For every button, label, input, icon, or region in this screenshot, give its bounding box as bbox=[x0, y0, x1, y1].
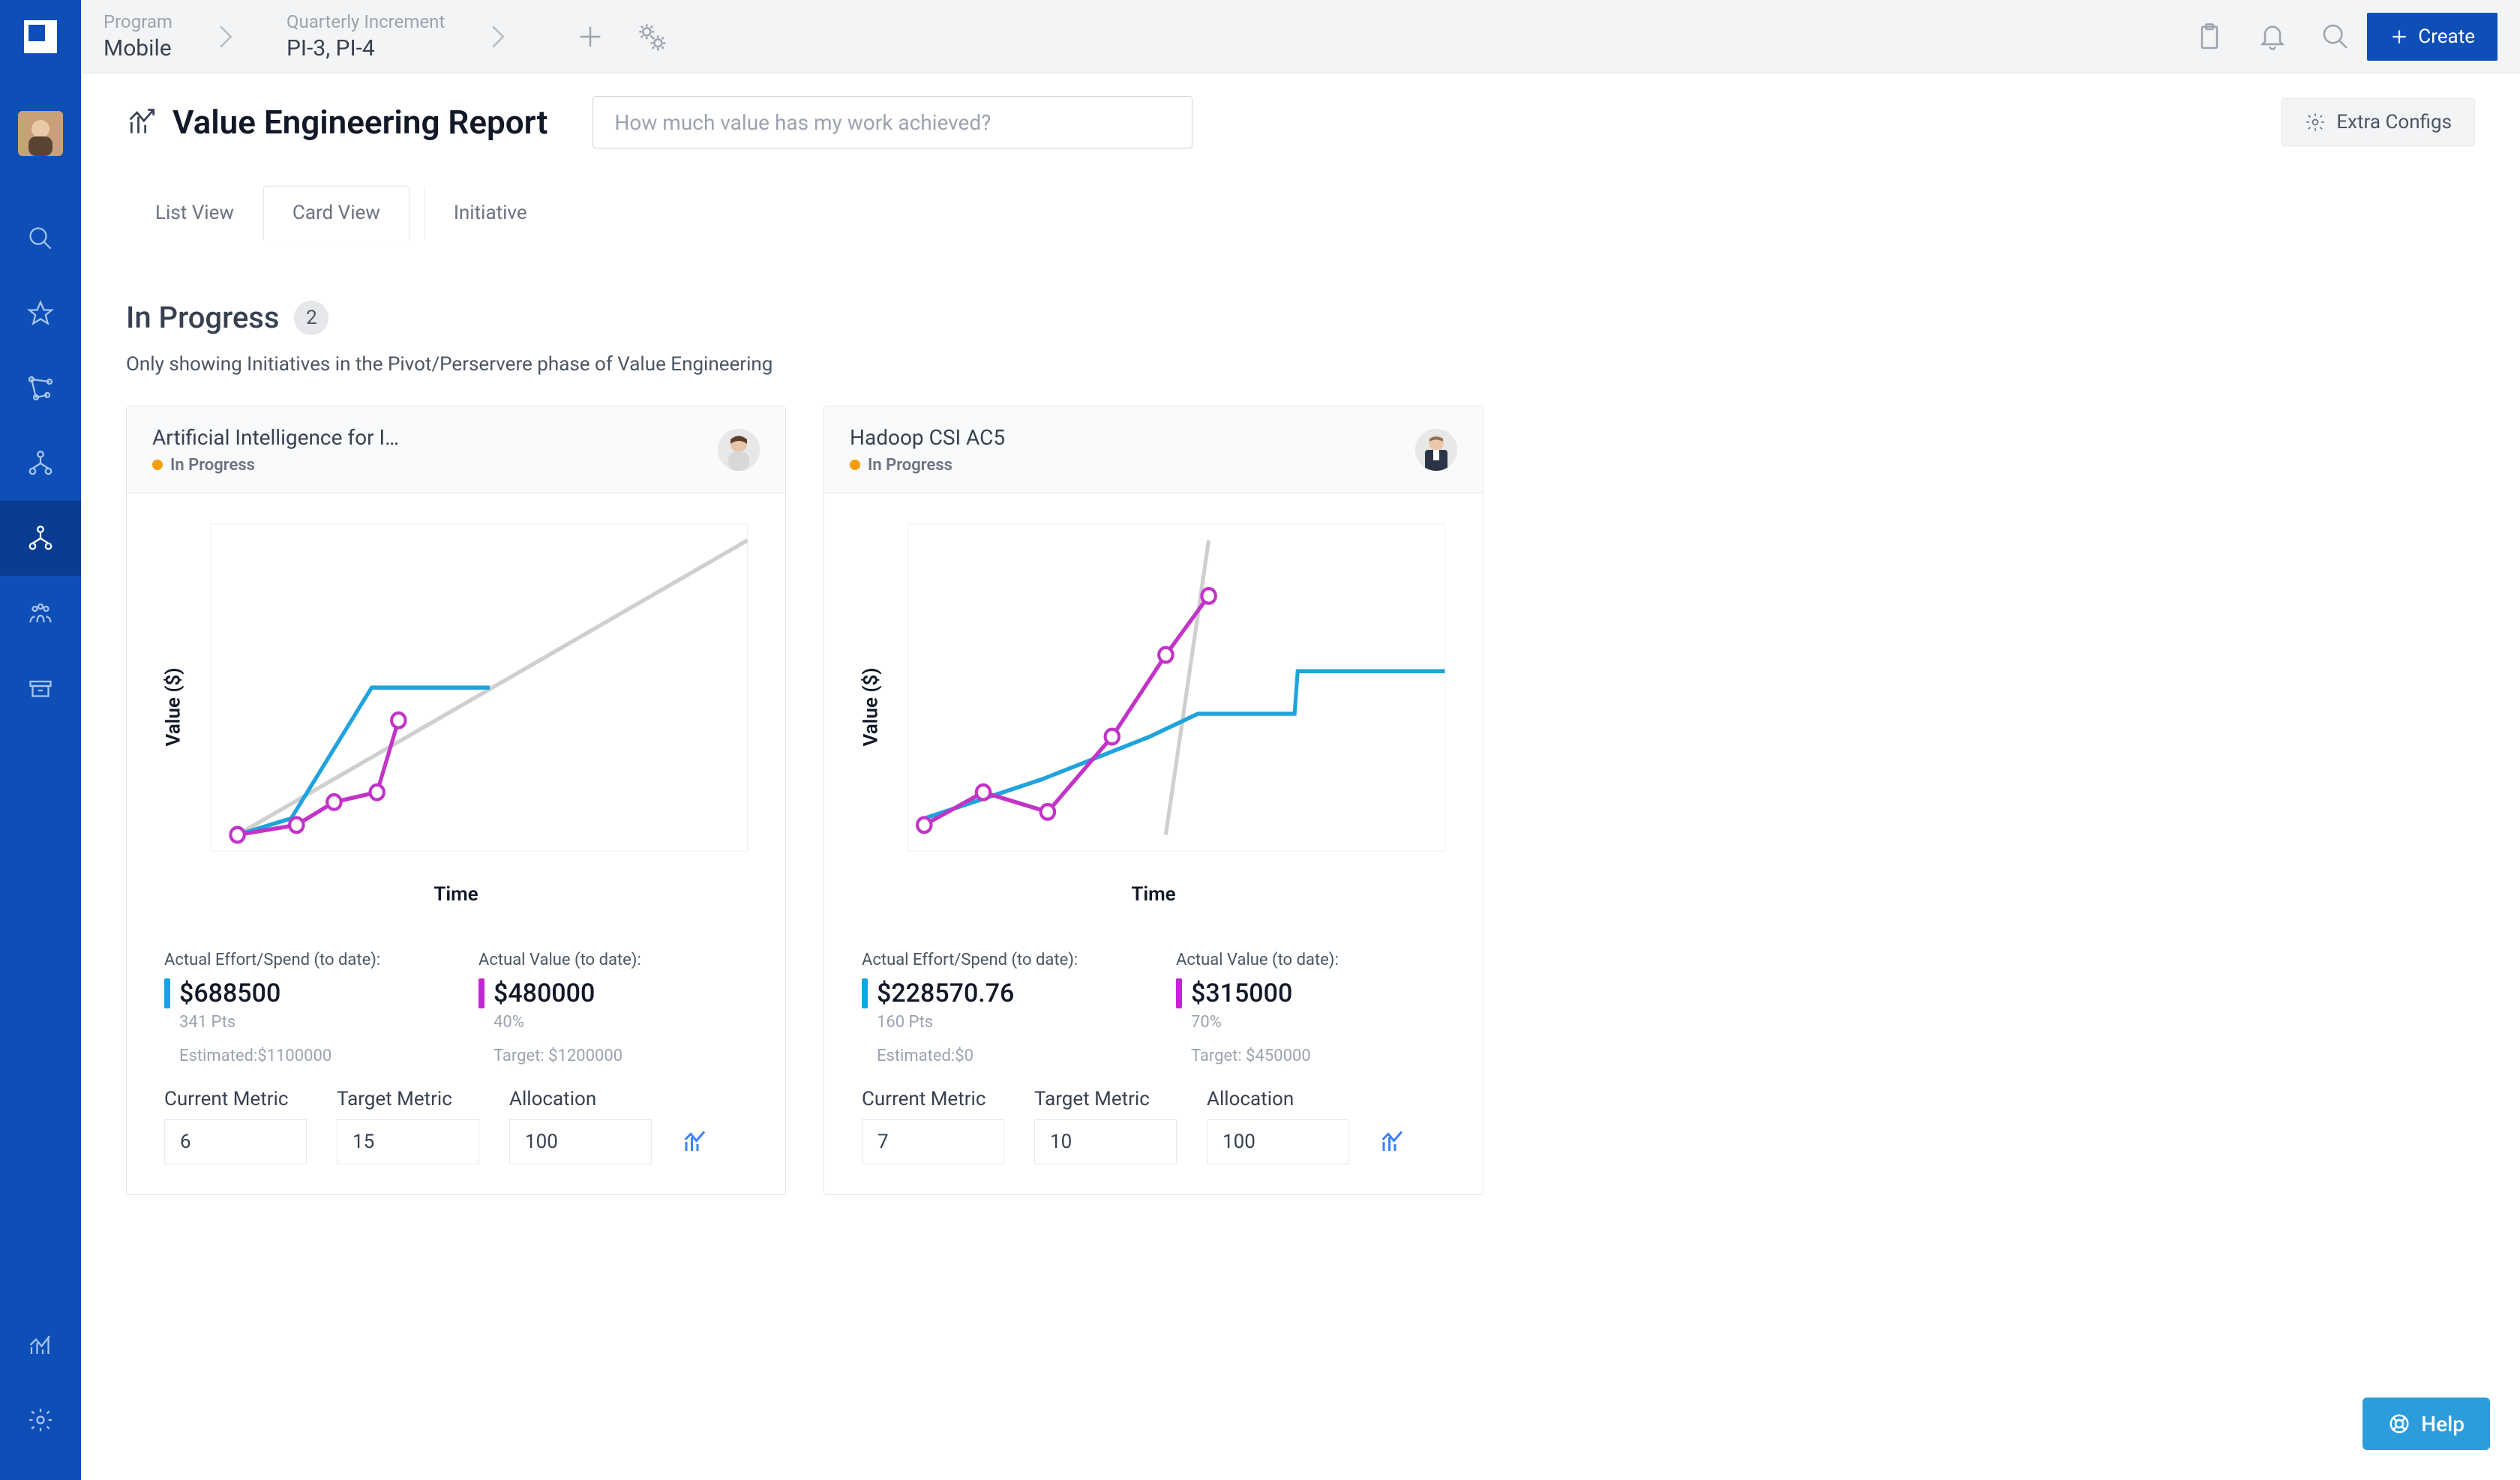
breadcrumb-label: Program bbox=[104, 11, 172, 32]
target-metric-label: Target Metric bbox=[1034, 1088, 1177, 1110]
card-header[interactable]: Hadoop CSI AC5 In Progress bbox=[824, 406, 1483, 493]
effort-footer: Estimated:$1100000 bbox=[179, 1047, 434, 1065]
create-button[interactable]: Create bbox=[2367, 13, 2498, 61]
section-title: In Progress bbox=[126, 300, 279, 335]
actual-sub: 40% bbox=[494, 1013, 748, 1032]
hierarchy-alt-icon[interactable] bbox=[0, 501, 81, 576]
top-bar: Program Mobile Quarterly Increment PI-3,… bbox=[81, 0, 2520, 73]
current-metric-input[interactable]: 6 bbox=[164, 1119, 307, 1164]
people-icon[interactable] bbox=[0, 576, 81, 651]
allocation-input[interactable]: 100 bbox=[1207, 1119, 1349, 1164]
actual-value: $480000 bbox=[494, 978, 595, 1008]
breadcrumb-value: PI-3, PI-4 bbox=[286, 35, 445, 61]
chevron-right-icon bbox=[490, 24, 506, 49]
chevron-right-icon bbox=[218, 24, 234, 49]
breadcrumb-program[interactable]: Program Mobile bbox=[104, 11, 172, 61]
hierarchy-icon[interactable] bbox=[0, 426, 81, 501]
target-metric-label: Target Metric bbox=[337, 1088, 479, 1110]
reports-icon[interactable] bbox=[0, 1308, 81, 1383]
actual-footer: Target: $450000 bbox=[1191, 1047, 1445, 1065]
effort-label: Actual Effort/Spend (to date): bbox=[164, 951, 434, 969]
owner-avatar[interactable] bbox=[1415, 429, 1457, 471]
bell-icon[interactable] bbox=[2258, 22, 2288, 52]
allocation-label: Allocation bbox=[509, 1088, 652, 1110]
effort-value: $228570.76 bbox=[877, 978, 1014, 1008]
settings-icon[interactable] bbox=[0, 1383, 81, 1458]
breadcrumb-increment[interactable]: Quarterly Increment PI-3, PI-4 bbox=[286, 11, 445, 61]
app-logo[interactable] bbox=[0, 0, 81, 73]
actual-value: $315000 bbox=[1191, 978, 1292, 1008]
left-sidebar bbox=[0, 0, 81, 1480]
card-title: Hadoop CSI AC5 bbox=[850, 425, 1400, 450]
breadcrumb-label: Quarterly Increment bbox=[286, 11, 445, 32]
help-label: Help bbox=[2421, 1412, 2464, 1437]
tab-card-view[interactable]: Card View bbox=[263, 186, 410, 240]
tab-list-view[interactable]: List View bbox=[126, 186, 263, 240]
star-icon[interactable] bbox=[0, 276, 81, 351]
actual-footer: Target: $1200000 bbox=[494, 1047, 748, 1065]
nodes-icon[interactable] bbox=[0, 351, 81, 426]
user-avatar[interactable] bbox=[18, 111, 63, 156]
allocation-label: Allocation bbox=[1207, 1088, 1349, 1110]
chart-details-icon[interactable] bbox=[682, 1128, 709, 1155]
effort-footer: Estimated:$0 bbox=[877, 1047, 1131, 1065]
status-label: In Progress bbox=[868, 456, 952, 475]
extra-configs-label: Extra Configs bbox=[2336, 111, 2452, 133]
status-dot-icon bbox=[850, 460, 860, 470]
section-subtitle: Only showing Initiatives in the Pivot/Pe… bbox=[126, 353, 2475, 376]
current-metric-input[interactable]: 7 bbox=[862, 1119, 1004, 1164]
create-button-label: Create bbox=[2418, 25, 2475, 48]
status-label: In Progress bbox=[170, 456, 255, 475]
effort-sub: 160 Pts bbox=[877, 1013, 1131, 1032]
allocation-input[interactable]: 100 bbox=[509, 1119, 652, 1164]
effort-sub: 341 Pts bbox=[179, 1013, 434, 1032]
status-dot-icon bbox=[152, 460, 163, 470]
owner-avatar[interactable] bbox=[718, 429, 760, 471]
value-label: Actual Value (to date): bbox=[1176, 951, 1445, 969]
initiative-card: Hadoop CSI AC5 In Progress Value ($) bbox=[824, 406, 1484, 1195]
report-icon bbox=[126, 106, 159, 139]
target-metric-input[interactable]: 15 bbox=[337, 1119, 479, 1164]
help-button[interactable]: Help bbox=[2362, 1398, 2490, 1450]
current-metric-label: Current Metric bbox=[862, 1088, 1004, 1110]
section-count: 2 bbox=[294, 301, 328, 335]
archive-icon[interactable] bbox=[0, 651, 81, 726]
current-metric-label: Current Metric bbox=[164, 1088, 307, 1110]
target-metric-input[interactable]: 10 bbox=[1034, 1119, 1177, 1164]
value-chart bbox=[149, 516, 763, 876]
card-title: Artificial Intelligence for I… bbox=[152, 425, 703, 450]
plus-icon[interactable] bbox=[575, 22, 605, 52]
search-icon[interactable] bbox=[0, 201, 81, 276]
value-label: Actual Value (to date): bbox=[478, 951, 748, 969]
chart-xlabel: Time bbox=[149, 883, 763, 906]
gears-icon[interactable] bbox=[637, 22, 667, 52]
card-header[interactable]: Artificial Intelligence for I… In Progre… bbox=[127, 406, 785, 493]
clipboard-icon[interactable] bbox=[2194, 22, 2224, 52]
value-chart bbox=[847, 516, 1460, 876]
tab-initiative-select[interactable]: Initiative bbox=[424, 186, 747, 240]
extra-configs-button[interactable]: Extra Configs bbox=[2282, 98, 2475, 146]
actual-sub: 70% bbox=[1191, 1013, 1445, 1032]
search-input[interactable] bbox=[592, 96, 1192, 148]
effort-label: Actual Effort/Spend (to date): bbox=[862, 951, 1131, 969]
initiative-card: Artificial Intelligence for I… In Progre… bbox=[126, 406, 786, 1195]
page-title: Value Engineering Report bbox=[172, 103, 548, 142]
chart-xlabel: Time bbox=[847, 883, 1460, 906]
breadcrumb-value: Mobile bbox=[104, 35, 172, 61]
chart-details-icon[interactable] bbox=[1379, 1128, 1406, 1155]
effort-value: $688500 bbox=[179, 978, 280, 1008]
search-top-icon[interactable] bbox=[2320, 22, 2350, 52]
